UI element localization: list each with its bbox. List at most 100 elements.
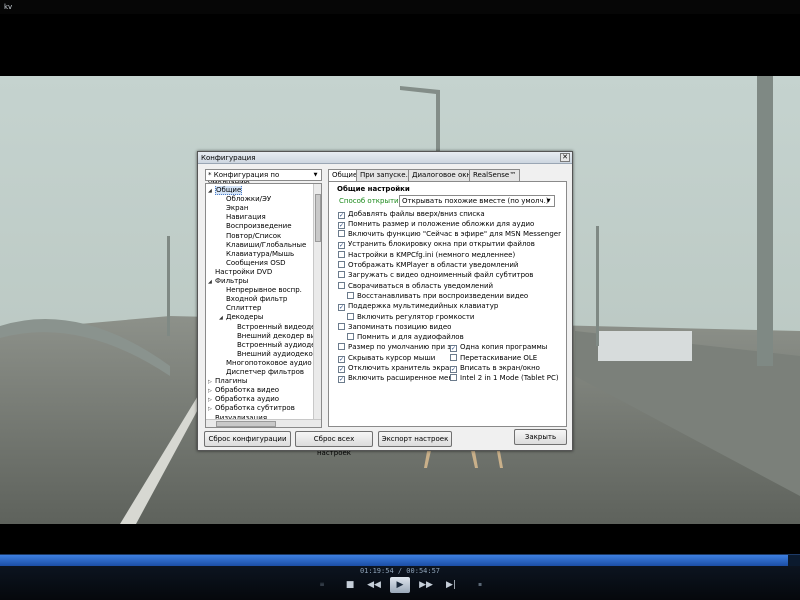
tree-item[interactable]: Воспроизведение: [219, 222, 292, 231]
play-icon: ▶: [396, 580, 404, 590]
checkbox-empty-icon[interactable]: [338, 322, 345, 330]
checkbox-checked-icon[interactable]: ✓: [338, 366, 345, 373]
export-settings-button[interactable]: Экспорт настроек: [378, 431, 452, 447]
checkbox-empty-icon[interactable]: [338, 261, 345, 268]
option-checkbox[interactable]: ✓ Помнить размер и положение обложки для …: [338, 220, 566, 229]
tree-item[interactable]: ▷ Обработка аудио: [208, 395, 279, 404]
seek-bar[interactable]: [0, 554, 800, 566]
tree-item[interactable]: Настройки DVD: [208, 268, 272, 277]
tree-horizontal-scroll-thumb[interactable]: [216, 421, 276, 427]
checkbox-checked-icon[interactable]: ✓: [338, 355, 345, 363]
option-checkbox[interactable]: Отображать KMPlayer в области уведомлени…: [338, 261, 566, 270]
reset-all-button[interactable]: Сброс всех настроек: [295, 431, 373, 457]
expand-icon[interactable]: ▷: [208, 388, 215, 394]
tree-item[interactable]: Сообщения OSD: [219, 259, 286, 268]
dialog-close-button[interactable]: ✕: [560, 153, 570, 162]
tab-realsense[interactable]: RealSense™: [469, 169, 521, 181]
tree-item[interactable]: Внешний декодер видо: [230, 332, 321, 341]
tree-item[interactable]: Внешний аудиодекоде: [230, 350, 321, 359]
checkbox-empty-icon[interactable]: [347, 291, 354, 299]
tree-item[interactable]: Встроенный видеодек: [230, 323, 320, 332]
option-checkbox[interactable]: Сворачиваться в область уведомлений: [338, 281, 566, 291]
letterbox-top: [0, 14, 800, 76]
expand-icon[interactable]: ▷: [208, 397, 215, 403]
dialog-title-bar[interactable]: Конфигурация ✕: [198, 152, 572, 164]
tree-item[interactable]: Сплиттер: [219, 304, 261, 313]
tree-item[interactable]: Обложки/ЭУ: [219, 195, 271, 204]
option-checkbox[interactable]: Размер по умолчанию при закр: [338, 343, 450, 352]
option-checkbox[interactable]: ✓ Отключить хранитель экрана: [338, 364, 450, 373]
checkbox-empty-icon[interactable]: [347, 333, 354, 341]
checkbox-checked-icon[interactable]: ✓: [338, 242, 345, 250]
skip-forward-button[interactable]: ▶|: [443, 577, 459, 593]
checkbox-checked-icon[interactable]: ✓: [338, 304, 345, 312]
tree-item[interactable]: Повтор/Список: [219, 232, 281, 241]
tree-item[interactable]: ▷ Обработка субтитров: [208, 404, 295, 413]
option-checkbox[interactable]: Настройки в KMPCfg.ini (немного медленне…: [338, 250, 566, 260]
collapse-icon[interactable]: ◢: [219, 315, 226, 321]
tree-item[interactable]: Непрерывное воспр.: [219, 286, 302, 295]
option-checkbox[interactable]: Включить регулятор громкости: [347, 312, 566, 322]
tree-item[interactable]: ◢ Фильтры: [208, 277, 248, 286]
option-checkbox[interactable]: ✓ Вписать в экран/окно: [450, 364, 564, 373]
stop-button[interactable]: ■: [343, 577, 357, 593]
checkbox-empty-icon[interactable]: [338, 250, 345, 258]
option-checkbox[interactable]: Восстанавливать при воспроизведении виде…: [347, 291, 566, 301]
tree-horizontal-scrollbar[interactable]: [206, 419, 321, 427]
expand-icon[interactable]: ▷: [208, 406, 215, 412]
checkbox-empty-icon[interactable]: [338, 271, 345, 279]
play-button[interactable]: ▶: [390, 577, 410, 593]
checkbox-empty-icon[interactable]: [347, 312, 354, 320]
checkbox-checked-icon[interactable]: ✓: [338, 211, 345, 219]
tree-item[interactable]: Клавиши/Глобальные: [219, 241, 306, 250]
checkbox-empty-icon[interactable]: [338, 343, 345, 351]
checkbox-checked-icon[interactable]: ✓: [338, 221, 345, 229]
expand-icon[interactable]: ▷: [208, 379, 215, 385]
checkbox-empty-icon[interactable]: [450, 353, 457, 361]
checkbox-empty-icon[interactable]: [338, 281, 345, 289]
tree-item-label: Обработка видео: [215, 386, 280, 395]
option-checkbox[interactable]: Включить функцию "Сейчас в эфире" для MS…: [338, 230, 566, 239]
checkbox-checked-icon[interactable]: ✓: [450, 345, 457, 353]
tab-label: Диалоговое окно: [412, 171, 476, 179]
tree-item[interactable]: Встроенный аудиодек: [230, 341, 320, 350]
option-checkbox[interactable]: Intel 2 in 1 Mode (Tablet PC): [450, 374, 564, 383]
option-checkbox[interactable]: ✓ Скрывать курсор мыши: [338, 354, 450, 363]
playlist-icon[interactable]: ≡: [318, 577, 326, 593]
tree-vertical-scrollbar[interactable]: [313, 184, 321, 427]
settings-icon[interactable]: ▪: [476, 577, 484, 593]
option-checkbox[interactable]: ✓ Устранить блокировку окна при открытии …: [338, 240, 566, 250]
collapse-icon[interactable]: ◢: [208, 279, 215, 285]
option-checkbox[interactable]: ✓ Включить расширенное меню: [338, 374, 450, 384]
reset-config-button[interactable]: Сброс конфигурации: [204, 431, 291, 447]
tree-item[interactable]: ◢ Декодеры: [219, 313, 263, 322]
tree-item[interactable]: Входной фильтр: [219, 295, 287, 304]
collapse-icon[interactable]: ◢: [208, 188, 215, 194]
option-checkbox[interactable]: ✓ Одна копия программы: [450, 343, 564, 353]
tree-vertical-scroll-thumb[interactable]: [315, 194, 321, 242]
option-checkbox[interactable]: Запоминать позицию видео: [338, 322, 566, 332]
rewind-button[interactable]: ◀◀: [366, 577, 382, 593]
tree-item[interactable]: Клавиатура/Мышь: [219, 250, 294, 259]
option-checkbox[interactable]: ✓ Поддержка мультимедийных клавиатур: [338, 302, 566, 312]
close-button[interactable]: Закрыть: [514, 429, 567, 445]
tree-item[interactable]: ▷ Обработка видео: [208, 386, 279, 395]
tree-item[interactable]: ▷ Плагины: [208, 377, 247, 386]
checkbox-checked-icon[interactable]: ✓: [338, 376, 345, 384]
option-checkbox[interactable]: Перетаскивание OLE: [450, 353, 564, 363]
tree-item[interactable]: Многопотоковое аудио: [219, 359, 312, 368]
checkbox-checked-icon[interactable]: ✓: [450, 366, 457, 373]
option-checkbox[interactable]: ✓ Добавлять файлы вверх/вниз списка: [338, 210, 566, 219]
checkbox-empty-icon[interactable]: [338, 230, 345, 238]
tree-item[interactable]: Диспетчер фильтров: [219, 368, 304, 377]
option-checkbox[interactable]: Помнить и для аудиофайлов: [347, 333, 566, 342]
tree-item[interactable]: Экран: [219, 204, 248, 213]
fast-forward-button[interactable]: ▶▶: [418, 577, 434, 593]
option-label: Устранить блокировку окна при открытии ф…: [348, 240, 535, 249]
option-checkbox[interactable]: Загружать с видео одноименный файл субти…: [338, 271, 566, 280]
tree-item[interactable]: ◢ Общие: [208, 186, 243, 195]
open-method-select[interactable]: Открывать похожие вместе (по умолч.) ▼: [399, 195, 555, 207]
tree-item[interactable]: Навигация: [219, 213, 266, 222]
preset-select[interactable]: * Конфигурация по умолчанию ▼: [205, 169, 322, 187]
checkbox-empty-icon[interactable]: [450, 374, 457, 382]
